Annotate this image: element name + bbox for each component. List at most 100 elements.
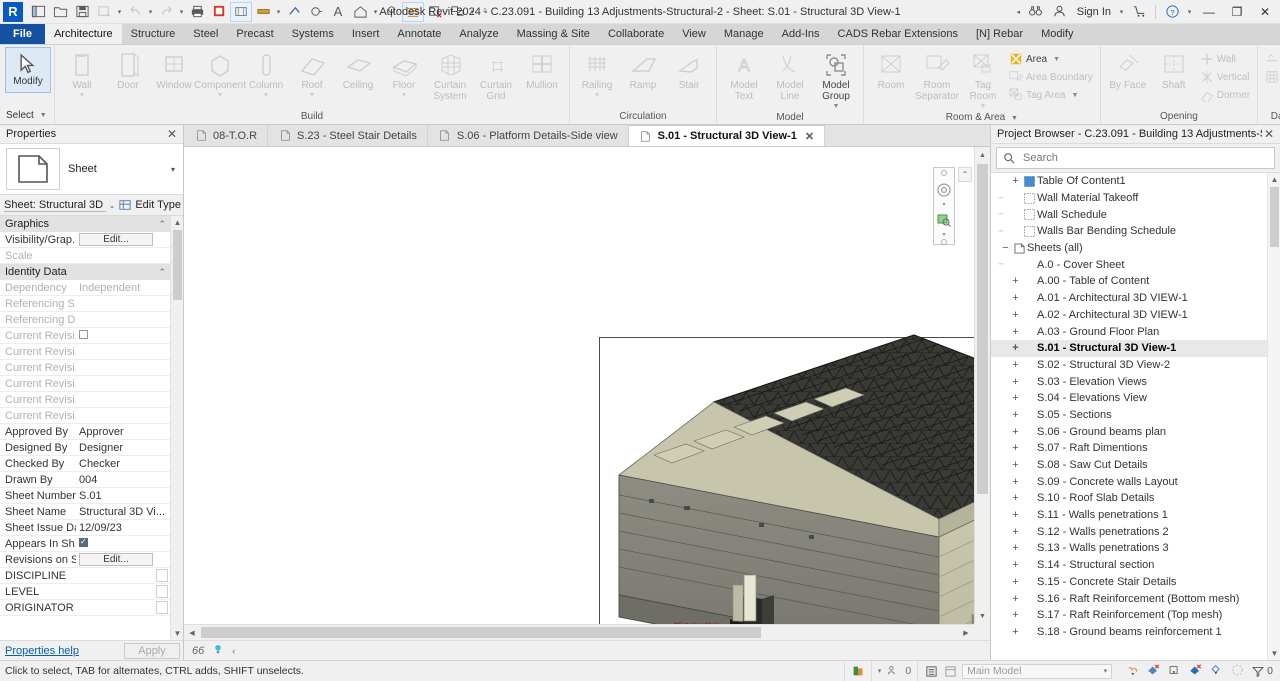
- new-project-icon[interactable]: [27, 2, 49, 22]
- property-row[interactable]: Drawn By 004: [0, 472, 170, 488]
- section-icon[interactable]: [380, 2, 402, 22]
- close-button[interactable]: ✕: [1252, 1, 1278, 23]
- redo-dropdown-icon[interactable]: ▾: [177, 2, 186, 22]
- expand-icon[interactable]: +: [1009, 626, 1022, 637]
- browser-search-row[interactable]: [996, 147, 1275, 169]
- chevron-down-icon[interactable]: ▼: [263, 92, 270, 99]
- worksets-section[interactable]: Main Model ▾: [917, 660, 1118, 681]
- sun-path-icon[interactable]: [212, 643, 224, 658]
- thin-lines-icon[interactable]: [402, 1, 424, 22]
- drawing-canvas[interactable]: Truss2 Layers of sandbagsExterior StairC…: [184, 147, 990, 640]
- property-value[interactable]: [76, 537, 170, 550]
- expand-icon[interactable]: +: [1009, 326, 1022, 337]
- expand-icon[interactable]: +: [1009, 276, 1022, 287]
- browser-node[interactable]: ┈ Wall Material Takeoff: [991, 190, 1280, 207]
- value-field[interactable]: [156, 569, 168, 582]
- ribbon-tab-add-ins[interactable]: Add-Ins: [773, 24, 829, 44]
- expand-icon[interactable]: +: [1009, 526, 1022, 537]
- scroll-left-icon[interactable]: ◀: [184, 624, 200, 640]
- workset-selector[interactable]: Main Model ▾: [962, 663, 1113, 679]
- chevron-down-icon[interactable]: ▼: [309, 92, 316, 99]
- browser-node[interactable]: + S.10 - Roof Slab Details: [991, 490, 1280, 507]
- design-options-icon[interactable]: [943, 664, 957, 678]
- switch-windows-icon[interactable]: [446, 2, 468, 22]
- browser-node[interactable]: + Table Of Content1: [991, 173, 1280, 190]
- property-row[interactable]: Approved By Approver: [0, 424, 170, 440]
- property-row[interactable]: Designed By Designer: [0, 440, 170, 456]
- exclude-links-icon[interactable]: [1167, 663, 1182, 680]
- chevron-down-icon[interactable]: ▼: [79, 92, 86, 99]
- browser-node-selected[interactable]: + S.01 - Structural 3D View-1: [991, 339, 1280, 357]
- property-row[interactable]: Referencing S...: [0, 296, 170, 312]
- save-icon[interactable]: [71, 2, 93, 22]
- navbar-bottom-handle[interactable]: [934, 238, 954, 246]
- ribbon-tab-cads-rebar-extensions[interactable]: CADS Rebar Extensions: [829, 24, 967, 44]
- revit-logo-icon[interactable]: R: [3, 1, 23, 22]
- property-row[interactable]: LEVEL: [0, 584, 170, 600]
- property-value[interactable]: [76, 601, 170, 614]
- ribbon-tab-view[interactable]: View: [673, 24, 715, 44]
- filter-section[interactable]: 0: [1251, 665, 1273, 678]
- chevron-down-icon[interactable]: ▼: [1071, 92, 1078, 99]
- close-icon[interactable]: ✕: [805, 130, 814, 143]
- expand-icon[interactable]: +: [1009, 359, 1022, 370]
- close-icon[interactable]: ✕: [165, 127, 179, 141]
- view-control-collapse-icon[interactable]: ‹: [232, 646, 235, 656]
- ribbon-tab-steel[interactable]: Steel: [184, 24, 227, 44]
- chevron-down-icon[interactable]: ▼: [217, 92, 224, 99]
- ribbon-tab-n-rebar[interactable]: [N] Rebar: [967, 24, 1032, 44]
- property-value[interactable]: [76, 585, 170, 598]
- scrollbar-thumb[interactable]: [1270, 187, 1279, 247]
- property-row[interactable]: Revisions on S...Edit...: [0, 552, 170, 568]
- browser-node[interactable]: + A.02 - Architectural 3D VIEW-1: [991, 307, 1280, 324]
- apply-button[interactable]: Apply: [124, 642, 180, 659]
- ribbon-tab-precast[interactable]: Precast: [227, 24, 282, 44]
- collapse-icon[interactable]: ⌃: [158, 267, 166, 278]
- expand-icon[interactable]: +: [1009, 610, 1022, 621]
- select-by-face-icon[interactable]: [1209, 663, 1224, 680]
- property-value[interactable]: [76, 329, 170, 342]
- chevron-down-icon[interactable]: ▼: [833, 103, 840, 110]
- property-row[interactable]: Current Revisi...: [0, 360, 170, 376]
- value-field[interactable]: [156, 585, 168, 598]
- detail-line-icon[interactable]: [305, 2, 327, 22]
- property-value[interactable]: Structural 3D Vi...: [76, 506, 170, 518]
- steering-wheel-icon[interactable]: [934, 178, 954, 202]
- navigation-bar[interactable]: ▾ ▾: [933, 167, 955, 245]
- property-row[interactable]: Current Revisi...: [0, 376, 170, 392]
- browser-node[interactable]: + S.04 - Elevations View: [991, 390, 1280, 407]
- ribbon-tab-structure[interactable]: Structure: [122, 24, 185, 44]
- browser-node[interactable]: + A.03 - Ground Floor Plan: [991, 323, 1280, 340]
- browser-node[interactable]: + S.13 - Walls penetrations 3: [991, 540, 1280, 557]
- search-binoculars-icon[interactable]: [1025, 2, 1047, 22]
- close-hidden-windows-icon[interactable]: [424, 2, 446, 22]
- infocenter-collapse-icon[interactable]: ◂: [1014, 2, 1023, 22]
- undo-dropdown-icon[interactable]: ▾: [146, 2, 155, 22]
- browser-node[interactable]: + S.08 - Saw Cut Details: [991, 457, 1280, 474]
- tag-icon[interactable]: [252, 2, 274, 22]
- scale-icon[interactable]: 66: [192, 645, 204, 657]
- undo-icon[interactable]: [124, 2, 146, 22]
- select-panel-title[interactable]: Select ▼: [0, 107, 54, 124]
- exclude-pinned-icon[interactable]: [1188, 663, 1203, 680]
- property-row[interactable]: Visibility/Grap... Edit...: [0, 232, 170, 248]
- property-value[interactable]: Designer: [76, 442, 170, 454]
- ribbon-tab-annotate[interactable]: Annotate: [388, 24, 450, 44]
- properties-scrollbar[interactable]: ▲ ▼: [170, 216, 183, 640]
- scroll-up-icon[interactable]: ▲: [171, 216, 183, 229]
- type-selector[interactable]: Sheet: Structural 3D V: [4, 199, 106, 212]
- ribbon-tab-modify[interactable]: Modify: [1032, 24, 1082, 44]
- expand-icon[interactable]: +: [1009, 460, 1022, 471]
- exclude-options-icon[interactable]: [1146, 663, 1161, 680]
- zoom-icon[interactable]: [934, 208, 954, 232]
- browser-node[interactable]: + S.12 - Walls penetrations 2: [991, 523, 1280, 540]
- type-selector-chevron-icon[interactable]: ⌄: [109, 201, 116, 210]
- property-value[interactable]: Independent: [76, 282, 170, 294]
- expand-icon[interactable]: +: [1009, 426, 1022, 437]
- navbar-collapse-icon[interactable]: ⌃: [958, 167, 972, 182]
- property-row[interactable]: Current Revisi...: [0, 328, 170, 344]
- browser-node[interactable]: − Sheets (all): [991, 240, 1280, 257]
- drag-elements-icon[interactable]: [1230, 663, 1245, 680]
- browser-node[interactable]: + S.02 - Structural 3D View-2: [991, 357, 1280, 374]
- collapse-icon[interactable]: −: [999, 243, 1012, 254]
